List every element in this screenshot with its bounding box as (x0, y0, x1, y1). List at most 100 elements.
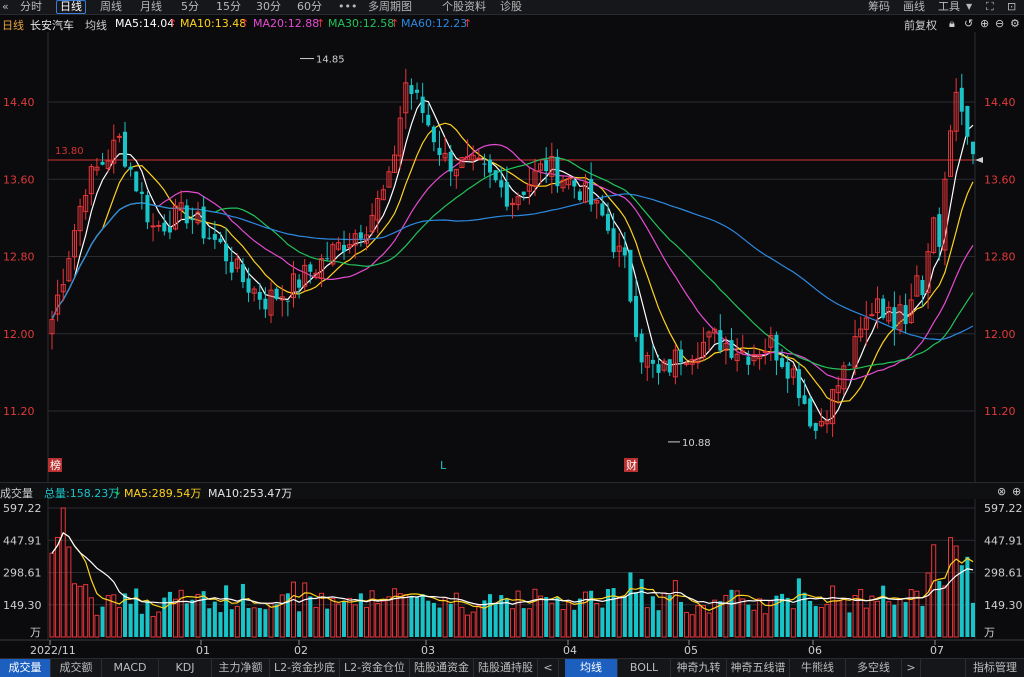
candle-body-down (589, 178, 594, 205)
tab-fenshi[interactable]: 分时 (20, 0, 42, 14)
volume-bar-down (448, 603, 453, 637)
candle-body-down (656, 364, 661, 373)
tab-l2-position[interactable]: L2-资金仓位 (340, 659, 410, 677)
tab-5min[interactable]: 5分 (181, 0, 199, 14)
tab-15min[interactable]: 15分 (216, 0, 241, 14)
tab-magic-nine[interactable]: 神奇九转 (671, 659, 727, 677)
candle-body-down (274, 288, 279, 300)
volume-bar-down (970, 602, 976, 637)
chevron-down-icon[interactable]: ▼ (966, 0, 972, 14)
tab-kdj[interactable]: KDJ (159, 659, 212, 677)
volume-bar-down (920, 606, 925, 637)
volume-unit-right: 万 (984, 626, 995, 639)
tab-magic-five[interactable]: 神奇五线谱 (727, 659, 790, 677)
candle-body-down (139, 191, 144, 194)
volume-bar-down (190, 599, 195, 637)
tab-volume[interactable]: 成交量 (0, 659, 51, 677)
tab-multi-period[interactable]: 多周期图 (368, 0, 412, 14)
candle-body-down (774, 334, 779, 361)
candle-body-down (145, 195, 150, 223)
tab-scroll-left[interactable]: < (538, 659, 559, 677)
zoom-out-icon[interactable]: ⊖ (995, 17, 1004, 30)
candle-body-down (600, 203, 605, 216)
tab-monthly[interactable]: 月线 (140, 0, 162, 14)
candle-body-down (639, 333, 644, 363)
back-icon[interactable]: « (2, 0, 9, 14)
candle-body-down (628, 249, 633, 302)
tab-scroll-right[interactable]: > (902, 659, 921, 677)
candle-body-down (780, 358, 785, 367)
zoom-in-icon[interactable]: ⊕ (980, 17, 989, 30)
tab-macd[interactable]: MACD (102, 659, 159, 677)
volume-bar-down (521, 608, 526, 637)
tab-turnover[interactable]: 成交额 (51, 659, 102, 677)
undo-icon[interactable]: ↺ (964, 17, 973, 30)
event-marker-label: 榜 (50, 458, 61, 472)
tab-weekly[interactable]: 周线 (100, 0, 122, 14)
more-button[interactable]: ••• (338, 0, 357, 14)
volume-bar-down (504, 599, 509, 637)
tab-diagnose[interactable]: 诊股 (500, 0, 522, 14)
volume-bar-down (678, 601, 683, 637)
volume-bar-down (774, 595, 779, 637)
tab-30min[interactable]: 30分 (256, 0, 281, 14)
candle-body-down (678, 349, 683, 363)
down-arrow-icon: ↓ (113, 485, 123, 498)
volume-bar-down (229, 609, 234, 637)
volume-bar-down (482, 600, 487, 637)
tab-long-short[interactable]: 多空线 (846, 659, 902, 677)
tab-l2-bottom[interactable]: L2-资金抄底 (270, 659, 340, 677)
candle-body-down (207, 237, 212, 239)
tab-stock-info[interactable]: 个股资料 (442, 0, 486, 14)
tab-boll[interactable]: BOLL (618, 659, 671, 677)
chips-button[interactable]: 筹码 (868, 0, 890, 14)
volume-bar-down (426, 600, 431, 637)
volume-bar-down (650, 596, 655, 637)
tab-hk-connect-holdings[interactable]: 陆股通持股 (474, 659, 538, 677)
adjust-mode[interactable]: 前复权 (904, 17, 937, 33)
price-tick-label-left: 14.40 (3, 96, 35, 109)
candle-body-down (409, 85, 414, 94)
tab-hk-connect-funds[interactable]: 陆股通资金 (410, 659, 474, 677)
legend-ma30: MA30:12.58 (328, 17, 395, 30)
candle-body-down (342, 244, 347, 252)
volume-bar-down (656, 610, 661, 637)
indicator-name[interactable]: 均线 (85, 17, 107, 33)
float-window-icon[interactable]: ⊡ (1007, 0, 1016, 14)
indicator-manage-button[interactable]: 指标管理 (965, 659, 1024, 677)
candle-body-down (297, 279, 302, 288)
high-marker-label: 14.85 (316, 55, 345, 66)
candle-body-down (212, 233, 217, 240)
x-tick-label: 02 (294, 644, 308, 657)
add-icon[interactable]: ⊕ (1012, 485, 1021, 498)
stock-name[interactable]: 长安汽车 (30, 17, 74, 33)
fullscreen-icon[interactable]: ⛶ (986, 0, 994, 14)
volume-bar-down (342, 601, 347, 637)
price-tick-label-left: 11.20 (3, 405, 35, 418)
candle-body-down (611, 228, 616, 253)
candle-body-down (122, 131, 128, 167)
volume-title[interactable]: 成交量 (0, 485, 33, 501)
candle-body-down (572, 180, 577, 187)
tab-60min[interactable]: 60分 (297, 0, 322, 14)
draw-line-button[interactable]: 画线 (903, 0, 925, 14)
candle-body-down (128, 166, 133, 170)
candle-body-down (605, 213, 610, 231)
volume-bar-down (622, 596, 627, 637)
candle-body-down (892, 307, 897, 329)
volume-bar-down (184, 603, 189, 637)
tab-bull-bear[interactable]: 牛熊线 (790, 659, 846, 677)
price-tick-label-right: 11.20 (984, 405, 1016, 418)
settings-icon[interactable]: ⚙ (1010, 17, 1020, 30)
candle-body-down (718, 330, 723, 351)
tab-daily[interactable]: 日线 (56, 0, 86, 14)
x-tick-label: 04 (563, 644, 577, 657)
close-icon[interactable]: ⊗ (997, 485, 1006, 498)
lock-icon[interactable]: 🔒︎ (949, 17, 955, 31)
tab-ma[interactable]: 均线 (565, 659, 618, 677)
volume-bar-down (572, 609, 577, 637)
tab-main-net[interactable]: 主力净额 (212, 659, 270, 677)
candle-body-down (881, 298, 886, 318)
tools-button[interactable]: 工具 (938, 0, 960, 14)
stock-chart[interactable]: 14.40 14.40 13.60 13.60 12.80 12.80 12.00 12.00… (0, 0, 1024, 658)
